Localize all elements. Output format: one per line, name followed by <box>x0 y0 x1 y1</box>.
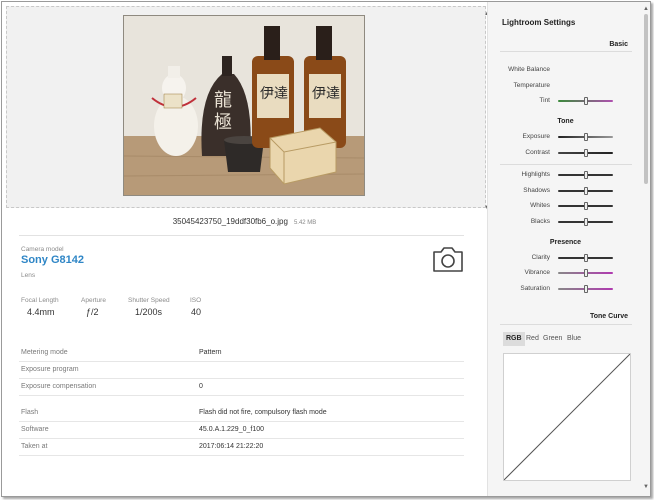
camera-icon <box>433 247 463 272</box>
tab-green[interactable]: Green <box>540 332 565 346</box>
vibrance-slider[interactable] <box>558 269 613 277</box>
shutter-speed-label: Shutter Speed <box>128 297 170 304</box>
detail-row-taken-at: Taken at 2017:06:14 21:22:20 <box>19 439 464 456</box>
focal-length-label: Focal Length <box>21 297 59 304</box>
svg-text:伊達: 伊達 <box>260 86 288 102</box>
metadata-view: 龍 極 伊達 伊達 35045423750_19ddf30fb6_o.jpg 5… <box>2 2 487 496</box>
slider-knob[interactable] <box>583 133 588 141</box>
app-frame: 龍 極 伊達 伊達 35045423750_19ddf30fb6_o.jpg 5… <box>1 1 651 497</box>
focal-length-value: 4.4mm <box>27 307 55 317</box>
exposure-label: Exposure <box>522 133 550 140</box>
detail-key: Exposure program <box>21 366 79 373</box>
highlights-slider[interactable] <box>558 171 613 179</box>
detail-key: Exposure compensation <box>21 383 97 390</box>
section-tone-curve: Tone Curve <box>590 313 628 320</box>
panel-title: Lightroom Settings <box>502 18 576 27</box>
slider-knob[interactable] <box>583 187 588 195</box>
file-name: 35045423750_19ddf30fb6_o.jpg <box>172 217 288 226</box>
slider-knob[interactable] <box>583 218 588 226</box>
clarity-label: Clarity <box>531 254 550 261</box>
file-size: 5.42 MB <box>293 220 317 226</box>
slider-knob[interactable] <box>583 171 588 179</box>
iso-label: ISO <box>190 297 202 304</box>
whites-label: Whites <box>530 202 550 209</box>
camera-model-label: Camera model <box>21 246 64 253</box>
detail-row-software: Software 45.0.A.1.229_0_f100 <box>19 422 464 439</box>
detail-key: Metering mode <box>21 349 68 356</box>
aperture-label: Aperture <box>81 297 106 304</box>
svg-text:極: 極 <box>214 112 232 133</box>
detail-row-exposure-program: Exposure program <box>19 362 464 379</box>
contrast-label: Contrast <box>525 149 550 156</box>
tint-slider[interactable] <box>558 97 613 105</box>
lens-label: Lens <box>21 272 36 279</box>
scroll-down-icon[interactable]: ▼ <box>643 484 649 490</box>
svg-text:伊達: 伊達 <box>312 86 340 102</box>
detail-value: 0 <box>199 383 203 390</box>
image-preview-area[interactable]: 龍 極 伊達 伊達 <box>6 6 487 211</box>
tone-curve-line <box>503 353 631 481</box>
file-info: 35045423750_19ddf30fb6_o.jpg 5.42 MB <box>2 217 487 226</box>
scrollbar-thumb[interactable] <box>644 14 648 184</box>
slider-knob[interactable] <box>583 97 588 105</box>
shutter-speed-value: 1/200s <box>135 307 163 317</box>
section-basic: Basic <box>609 41 628 48</box>
whites-slider[interactable] <box>558 202 613 210</box>
white-balance-label: White Balance <box>508 66 550 73</box>
detail-row-metering: Metering mode Pattern <box>19 345 464 362</box>
slider-knob[interactable] <box>583 254 588 262</box>
section-tone: Tone <box>557 118 574 125</box>
detail-row-exposure-compensation: Exposure compensation 0 <box>19 379 464 396</box>
camera-model[interactable]: Sony G8142 <box>21 254 84 266</box>
detail-value: Flash did not fire, compulsory flash mod… <box>199 409 327 416</box>
lightroom-settings-panel: Lightroom Settings Basic White Balance T… <box>487 2 650 496</box>
tab-blue[interactable]: Blue <box>564 332 584 346</box>
highlights-label: Highlights <box>521 171 550 178</box>
detail-value: 45.0.A.1.229_0_f100 <box>199 426 265 433</box>
slider-knob[interactable] <box>583 202 588 210</box>
tone-curve-graph[interactable] <box>503 353 631 481</box>
panel-scrollbar[interactable]: ▲ ▼ <box>643 6 649 492</box>
vibrance-label: Vibrance <box>524 269 550 276</box>
divider <box>500 51 632 52</box>
blacks-slider[interactable] <box>558 218 613 226</box>
detail-key: Flash <box>21 409 39 416</box>
saturation-slider[interactable] <box>558 285 613 293</box>
divider <box>500 324 632 325</box>
photo-preview[interactable]: 龍 極 伊達 伊達 <box>123 15 365 196</box>
svg-text:龍: 龍 <box>214 90 232 111</box>
temperature-label: Temperature <box>513 82 551 89</box>
section-presence: Presence <box>549 239 582 246</box>
saturation-label: Saturation <box>520 285 550 292</box>
blacks-label: Blacks <box>530 218 550 225</box>
slider-knob[interactable] <box>583 269 588 277</box>
contrast-slider[interactable] <box>558 149 613 157</box>
clarity-slider[interactable] <box>558 254 613 262</box>
slider-knob[interactable] <box>583 149 588 157</box>
detail-value: 2017:06:14 21:22:20 <box>199 443 264 450</box>
detail-value: Pattern <box>199 349 222 356</box>
exposure-slider[interactable] <box>558 133 613 141</box>
photo-image: 龍 極 伊達 伊達 <box>124 16 364 195</box>
shadows-label: Shadows <box>523 187 550 194</box>
detail-key: Taken at <box>21 443 48 450</box>
detail-key: Software <box>21 426 49 433</box>
divider <box>19 235 464 236</box>
divider <box>500 164 632 165</box>
iso-value: 40 <box>191 307 202 317</box>
tint-label: Tint <box>539 97 550 104</box>
slider-knob[interactable] <box>583 285 588 293</box>
shadows-slider[interactable] <box>558 187 613 195</box>
detail-row-flash: Flash Flash did not fire, compulsory fla… <box>19 405 464 422</box>
aperture-value: ƒ/2 <box>86 307 99 317</box>
tab-rgb[interactable]: RGB <box>503 332 525 346</box>
scroll-up-icon[interactable]: ▲ <box>643 6 649 12</box>
